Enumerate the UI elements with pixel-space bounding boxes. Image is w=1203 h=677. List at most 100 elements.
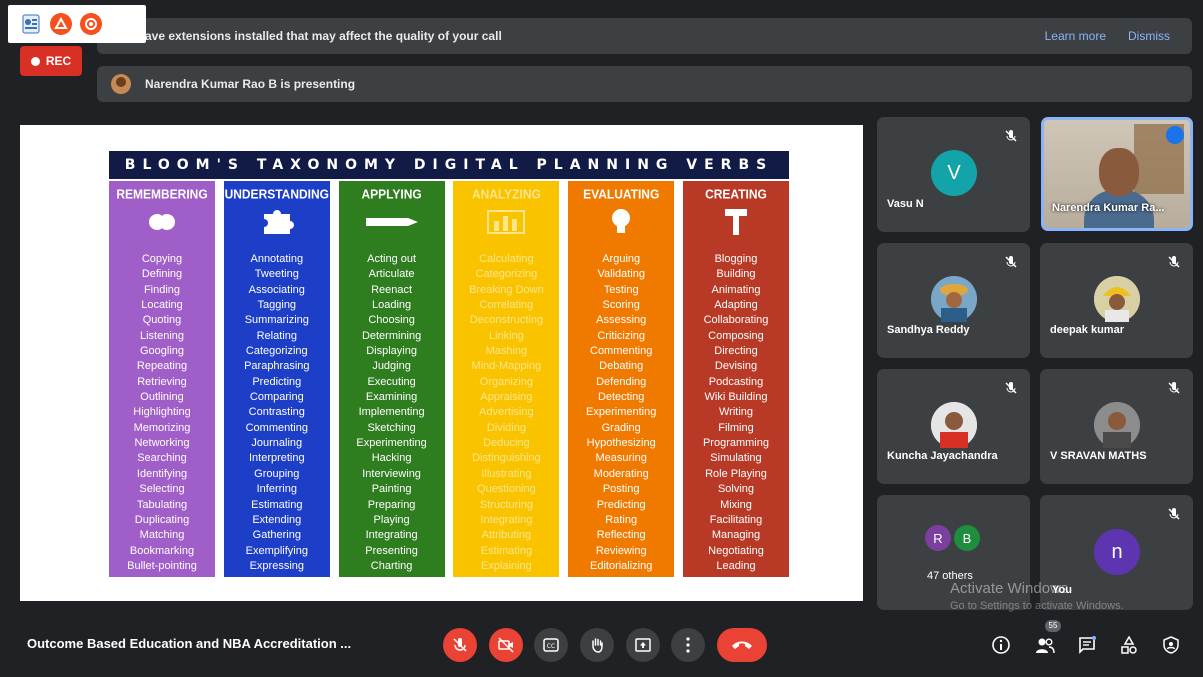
triangle-extension-icon[interactable] [50,13,72,35]
verb-item: Experimenting [586,406,657,419]
dismiss-button[interactable]: Dismiss [1128,29,1170,43]
verb-item: Interpreting [248,452,305,465]
verb-item: Networking [134,437,190,450]
chat-button[interactable] [1076,634,1098,656]
raise-hand-button[interactable] [580,628,614,662]
verb-list: Blogging Building Animating Adapting Collabo… [683,252,789,574]
mic-off-icon [1005,130,1017,142]
camera-toggle-button[interactable] [489,628,523,662]
participant-tile-vasu[interactable]: V Vasu N [877,117,1030,232]
verb-item: Hacking [371,452,412,465]
verb-item: Wiki Building [704,391,768,404]
participant-tile-narendra[interactable]: Narendra Kumar Ra... [1041,117,1193,231]
verb-item: Copying [141,253,183,265]
verb-item: Expressing [249,559,304,572]
verb-item: Editorializing [590,559,653,572]
people-icon [1036,638,1055,654]
end-call-icon [732,641,752,649]
verb-item: Relating [256,329,297,342]
participant-avatar [1094,402,1140,448]
verb-list: Acting out Articulate Reenact Loading Choosi… [339,252,445,574]
participant-avatar: V [931,150,977,196]
verb-item: Correlating [479,299,534,312]
captions-button[interactable]: CC [534,628,568,662]
verb-item: Annotating [250,253,304,265]
verb-item: Arguing [602,253,641,265]
verb-item: Outlining [140,391,184,404]
verb-item: Collaborating [703,314,769,327]
mic-off-icon [1168,508,1180,520]
column-evaluating: EVALUATING Arguing Validating Testing Scori… [568,181,675,577]
verb-item: Examining [365,391,418,404]
participant-name: Vasu N [887,198,924,210]
verb-item: Measuring [595,452,647,465]
verb-item: Directing [714,345,758,358]
mic-off-icon [453,638,467,652]
puzzle-icon [224,205,330,239]
participant-tile-kuncha[interactable]: Kuncha Jayachandra [877,369,1030,484]
verb-item: Categorizing [245,345,308,358]
participant-tile-sandhya[interactable]: Sandhya Reddy [877,243,1030,358]
speaking-indicator-icon [1166,126,1184,144]
column-remembering: REMEMBERING Copying Defining Finding Locati… [109,181,215,577]
verb-item: Comparing [249,391,304,404]
rec-label: REC [45,54,72,68]
verb-item: Composing [708,329,764,342]
classroom-extension-icon[interactable] [20,13,42,35]
verb-item: Memorizing [133,421,191,434]
pencil-icon [339,205,445,239]
activate-windows-subtext: Go to Settings to activate Windows. [950,600,1124,612]
chart-icon [453,205,559,239]
record-extension-icon[interactable] [80,13,102,35]
mic-off-icon [1168,256,1180,268]
verb-item: Illustrating [481,467,532,480]
verb-item: Extending [252,513,302,526]
end-call-button[interactable] [717,628,767,662]
column-creating: CREATING Blogging Building Animating Adapti… [682,181,789,577]
participant-tile-sravan[interactable]: V SRAVAN MATHS [1040,369,1193,484]
verb-item: Reflecting [596,529,646,542]
verb-item: Executing [367,375,416,388]
mic-toggle-button[interactable] [443,628,477,662]
verb-item: Exemplifying [245,544,308,557]
verb-item: Predicting [596,498,646,511]
verb-item: Quoting [142,314,182,327]
verb-item: Commenting [245,421,308,434]
verb-item: Linking [488,329,524,342]
present-icon [635,638,651,652]
mic-off-icon [1005,382,1017,394]
verb-item: Tagging [257,299,297,312]
verb-item: Listening [139,329,185,342]
verb-item: Reviewing [595,544,647,557]
column-analyzing: ANALYZING Calculating Categorizing Breakin… [453,181,560,577]
verb-item: Acting out [367,253,417,265]
verb-item: Simulating [710,452,762,465]
presenter-avatar [111,74,131,94]
verb-item: Grouping [254,467,300,480]
participant-name: deepak kumar [1050,324,1124,336]
verb-item: Reenact [371,283,413,296]
verb-item: Categorizing [475,268,538,281]
learn-more-link[interactable]: Learn more [1045,29,1106,43]
verb-item: Determining [361,329,422,342]
people-button[interactable] [1034,634,1056,656]
verb-list: Arguing Validating Testing Scoring Assessing… [568,252,674,574]
verb-item: Highlighting [133,406,191,419]
present-button[interactable] [626,628,660,662]
host-controls-button[interactable] [1160,634,1182,656]
more-options-button[interactable] [671,628,705,662]
verb-item: Debating [599,360,644,373]
verb-item: Writing [718,406,753,419]
meeting-info-button[interactable] [990,634,1012,656]
verb-item: Identifying [136,467,188,480]
verb-item: Detecting [597,391,645,404]
column-header: EVALUATING [583,186,660,202]
participant-tile-deepak[interactable]: deepak kumar [1040,243,1193,358]
column-understanding: UNDERSTANDING Annotating Tweeting Associat… [223,181,330,577]
activities-button[interactable] [1118,634,1140,656]
verb-item: Loading [372,299,412,312]
verb-item: Contrasting [248,406,305,419]
mic-off-icon [1168,382,1180,394]
meeting-title: Outcome Based Education and NBA Accredit… [27,636,352,651]
verb-list: Calculating Categorizing Breaking Down Corr… [453,252,559,574]
